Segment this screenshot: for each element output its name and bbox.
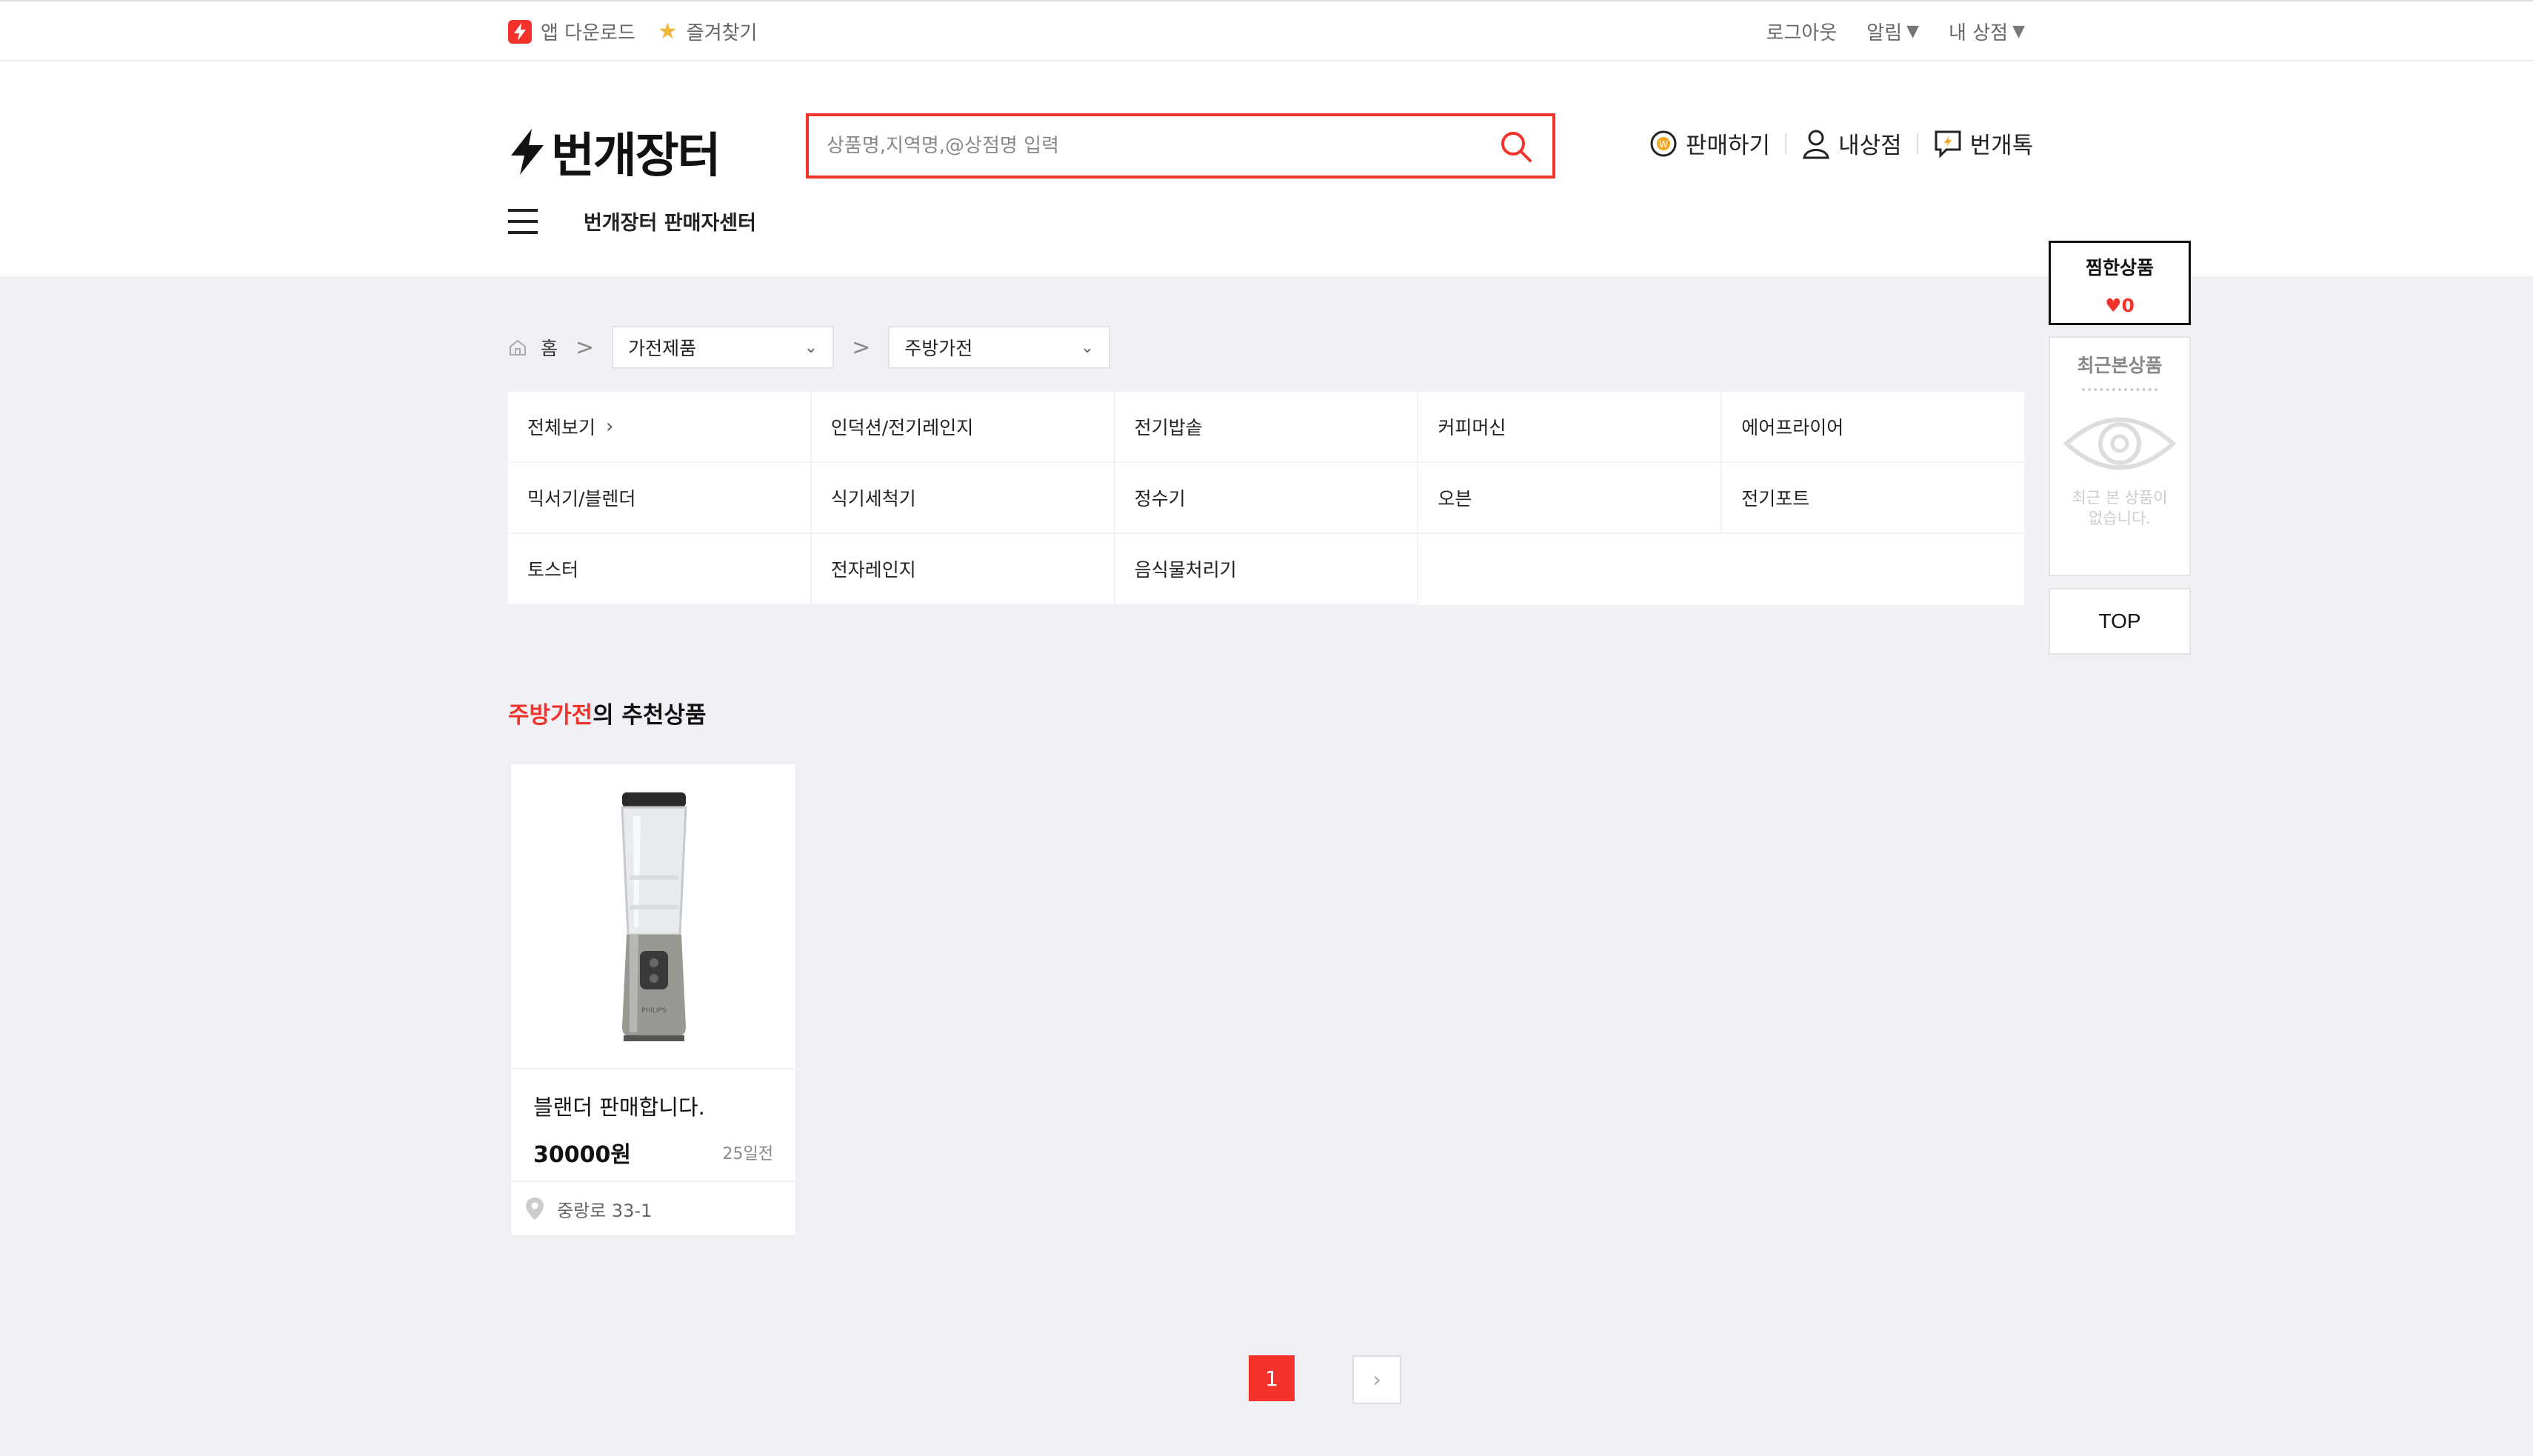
bunjang-talk-button[interactable]: 번개톡: [1918, 127, 2049, 160]
home-icon: [510, 339, 526, 355]
product-card[interactable]: PHILIPS 블랜더 판매합니다. 30000원 25일전 중랑로 33-1: [510, 763, 797, 1237]
product-price: 30000원: [533, 1142, 631, 1168]
subcategory-grid: 전체보기 › 인덕션/전기레인지 전기밥솥 커피머신 에어프라이어 믹서기/블렌…: [508, 392, 2026, 605]
header-actions: W 판매하기 내상점 번개톡: [1649, 127, 2048, 160]
eye-icon: [2050, 410, 2189, 480]
location-label: 중랑로 33-1: [557, 1200, 653, 1221]
top-utility-bar: 앱 다운로드 ★ 즐겨찾기 로그아웃 알림 ▼ 내 상점 ▼: [0, 0, 2533, 61]
bookmark-link[interactable]: ★ 즐겨찾기: [658, 18, 758, 45]
category-item[interactable]: 정수기: [1115, 463, 1419, 534]
empty-cell: [1418, 534, 2026, 605]
app-download-label: 앱 다운로드: [541, 22, 635, 44]
category-item[interactable]: 토스터: [508, 534, 812, 605]
logo-text: 번개장터: [551, 129, 721, 184]
recent-empty-line2: 없습니다.: [2089, 510, 2151, 527]
chevron-right-icon: ›: [1372, 1366, 1381, 1393]
category2-select[interactable]: 주방가전 ⌄: [888, 326, 1111, 369]
my-store-dropdown[interactable]: 내 상점 ▼: [1949, 18, 2025, 45]
category-item[interactable]: 전자레인지: [811, 534, 1115, 605]
product-time: 25일전: [722, 1145, 773, 1163]
my-shop-button[interactable]: 내상점: [1786, 127, 1917, 160]
category-item[interactable]: 에어프라이어: [1722, 392, 2026, 463]
logout-link[interactable]: 로그아웃: [1766, 18, 1838, 45]
blender-image: PHILIPS: [621, 792, 687, 1041]
search-input[interactable]: [827, 130, 1478, 162]
chevron-right-icon: ›: [606, 415, 614, 438]
user-icon: [1803, 130, 1829, 158]
recommended-suffix: 의 추천상품: [593, 702, 707, 729]
alerts-dropdown[interactable]: 알림 ▼: [1866, 18, 1919, 45]
my-store-label: 내 상점: [1949, 22, 2009, 44]
top-right-links: 로그아웃 알림 ▼ 내 상점 ▼: [1766, 18, 2025, 45]
star-icon: ★: [657, 18, 678, 44]
category-item[interactable]: 믹서기/블렌더: [508, 463, 812, 534]
bunjang-talk-label: 번개톡: [1969, 133, 2034, 159]
category-item[interactable]: 인덕션/전기레인지: [811, 392, 1115, 463]
pagination: 1 ›: [1249, 1355, 1401, 1404]
recent-empty-line1: 최근 본 상품이: [2072, 489, 2168, 507]
category1-select[interactable]: 가전제품 ⌄: [612, 326, 835, 369]
caret-down-icon: ▼: [1906, 22, 1920, 41]
category-view-all[interactable]: 전체보기 ›: [508, 392, 812, 463]
recommended-title: 주방가전의 추천상품: [508, 696, 707, 729]
sell-label: 판매하기: [1686, 133, 1771, 159]
page-number-current[interactable]: 1: [1249, 1355, 1295, 1401]
won-coin-icon: W: [1650, 130, 1677, 156]
search-box: [806, 113, 1555, 178]
product-name: 블랜더 판매합니다.: [533, 1095, 705, 1120]
recent-viewed-widget: 최근본상품 최근 본 상품이 없습니다.: [2049, 336, 2191, 576]
svg-text:W: W: [1659, 139, 1668, 150]
location-pin-icon: [526, 1198, 544, 1220]
wishlist-title: 찜한상품: [2085, 257, 2154, 278]
recent-empty-message: 최근 본 상품이 없습니다.: [2050, 487, 2189, 529]
category-label: 전체보기: [527, 417, 596, 438]
product-image[interactable]: PHILIPS: [511, 764, 795, 1069]
app-download-link[interactable]: 앱 다운로드: [508, 18, 635, 45]
breadcrumb-home[interactable]: 홈: [508, 334, 558, 361]
seller-center-link[interactable]: 번개장터 판매자센터: [584, 207, 756, 236]
wishlist-widget[interactable]: 찜한상품 ♥0: [2049, 241, 2191, 325]
caret-down-icon: ▼: [2012, 22, 2025, 41]
category-item[interactable]: 전기밥솥: [1115, 392, 1419, 463]
lightning-logo-icon: [511, 129, 544, 175]
breadcrumb-separator: >: [575, 334, 595, 361]
product-location: 중랑로 33-1: [511, 1181, 795, 1235]
wishlist-count: ♥0: [2105, 295, 2135, 316]
my-shop-label: 내상점: [1838, 133, 1902, 159]
brand-mark: PHILIPS: [641, 1007, 667, 1015]
bookmark-label: 즐겨찾기: [686, 22, 758, 44]
chevron-down-icon: ⌄: [804, 338, 818, 357]
category1-value: 가전제품: [628, 338, 697, 359]
dotted-divider: [2082, 388, 2157, 391]
bolt-app-icon: [508, 19, 532, 44]
scroll-top-button[interactable]: TOP: [2049, 588, 2191, 655]
chevron-down-icon: ⌄: [1080, 338, 1095, 357]
category2-value: 주방가전: [904, 338, 973, 359]
recommended-category: 주방가전: [508, 702, 593, 729]
recent-viewed-title: 최근본상품: [2077, 355, 2163, 376]
category-item[interactable]: 커피머신: [1418, 392, 1723, 463]
breadcrumb: 홈 > 가전제품 ⌄ > 주방가전 ⌄: [508, 326, 1111, 369]
search-icon[interactable]: [1499, 130, 1533, 164]
home-label: 홈: [541, 338, 558, 359]
category-item[interactable]: 음식물처리기: [1115, 534, 1419, 605]
chat-bubble-icon: [1935, 130, 1961, 158]
sell-button[interactable]: W 판매하기: [1649, 127, 1785, 160]
next-page-button[interactable]: ›: [1352, 1355, 1401, 1404]
category-item[interactable]: 오븐: [1418, 463, 1723, 534]
menu-row: 번개장터 판매자센터: [508, 207, 756, 236]
logo[interactable]: 번개장터: [508, 118, 721, 186]
category-item[interactable]: 전기포트: [1722, 463, 2026, 534]
alerts-label: 알림: [1866, 22, 1903, 44]
hamburger-menu-icon[interactable]: [508, 208, 538, 234]
breadcrumb-separator: >: [852, 334, 871, 361]
top-left-links: 앱 다운로드 ★ 즐겨찾기: [508, 18, 757, 45]
category-item[interactable]: 식기세척기: [811, 463, 1115, 534]
